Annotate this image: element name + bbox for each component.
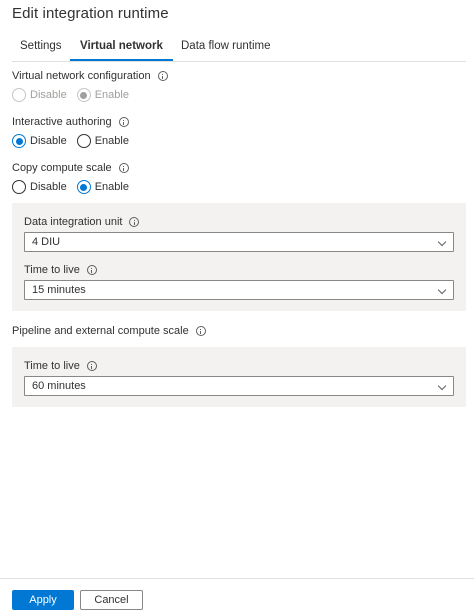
- radio-circle[interactable]: [76, 88, 91, 102]
- authoring-enable-radio[interactable]: Enable: [76, 134, 129, 148]
- copy-compute-scale-heading: Copy compute scale: [12, 162, 129, 174]
- diu-field-heading: Data integration unit: [24, 216, 140, 228]
- copy-scale-disable-radio[interactable]: Disable: [12, 180, 67, 194]
- interactive-authoring-label: Interactive authoring: [12, 116, 112, 128]
- info-icon[interactable]: [118, 163, 129, 173]
- info-icon[interactable]: [86, 361, 97, 371]
- chevron-down-icon: [437, 285, 447, 295]
- copy-ttl-value: 15 minutes: [32, 284, 86, 296]
- vnet-config-heading: Virtual network configuration: [12, 70, 168, 82]
- interactive-authoring-heading: Interactive authoring: [12, 116, 129, 128]
- vnet-config-label: Virtual network configuration: [12, 70, 151, 82]
- pipeline-scale-panel: Time to live 60 minutes: [12, 347, 466, 407]
- vnet-config-radio-group: Disable Enable: [12, 88, 139, 102]
- radio-circle[interactable]: [76, 134, 91, 148]
- pipeline-ttl-label: Time to live: [24, 360, 80, 372]
- radio-label: Disable: [30, 135, 67, 147]
- vnet-enable-radio[interactable]: Enable: [76, 88, 129, 102]
- tab-virtual-network[interactable]: Virtual network: [80, 40, 163, 61]
- cancel-button[interactable]: Cancel: [80, 590, 143, 610]
- info-icon[interactable]: [86, 265, 97, 275]
- radio-circle[interactable]: [12, 88, 26, 102]
- footer-bar: Apply Cancel: [0, 578, 474, 612]
- vnet-disable-radio[interactable]: Disable: [12, 88, 67, 102]
- pipeline-ttl-value: 60 minutes: [32, 380, 86, 392]
- info-icon[interactable]: [118, 117, 129, 127]
- pipeline-ttl-field-heading: Time to live: [24, 360, 97, 372]
- ttl-field-heading: Time to live: [24, 264, 97, 276]
- info-icon[interactable]: [195, 326, 206, 336]
- pipeline-ttl-dropdown[interactable]: 60 minutes: [24, 376, 454, 396]
- copy-compute-scale-label: Copy compute scale: [12, 162, 112, 174]
- radio-circle[interactable]: [12, 134, 26, 148]
- info-icon[interactable]: [129, 217, 140, 227]
- tab-bar: Settings Virtual network Data flow runti…: [12, 40, 466, 62]
- ttl-label: Time to live: [24, 264, 80, 276]
- diu-value: 4 DIU: [32, 236, 61, 248]
- radio-label: Enable: [94, 89, 129, 101]
- radio-label: Disable: [30, 89, 67, 101]
- copy-ttl-dropdown[interactable]: 15 minutes: [24, 280, 454, 300]
- copy-compute-scale-panel: Data integration unit 4 DIU Time to live…: [12, 203, 466, 311]
- info-icon[interactable]: [157, 71, 168, 81]
- chevron-down-icon: [437, 381, 447, 391]
- radio-circle[interactable]: [12, 180, 26, 194]
- interactive-authoring-radio-group: Disable Enable: [12, 134, 139, 148]
- diu-dropdown[interactable]: 4 DIU: [24, 232, 454, 252]
- radio-label: Enable: [94, 135, 129, 147]
- pipeline-scale-label: Pipeline and external compute scale: [12, 325, 189, 337]
- active-tab-indicator: [70, 59, 173, 61]
- radio-label: Disable: [30, 181, 67, 193]
- tab-settings[interactable]: Settings: [20, 40, 62, 61]
- authoring-disable-radio[interactable]: Disable: [12, 134, 67, 148]
- pipeline-scale-heading: Pipeline and external compute scale: [12, 325, 206, 337]
- tab-data-flow-runtime[interactable]: Data flow runtime: [181, 40, 270, 61]
- diu-label: Data integration unit: [24, 216, 123, 228]
- page-title: Edit integration runtime: [12, 5, 169, 22]
- radio-circle[interactable]: [76, 180, 91, 194]
- radio-label: Enable: [94, 181, 129, 193]
- copy-compute-scale-radio-group: Disable Enable: [12, 180, 139, 194]
- apply-button[interactable]: Apply: [12, 590, 74, 610]
- copy-scale-enable-radio[interactable]: Enable: [76, 180, 129, 194]
- chevron-down-icon: [437, 237, 447, 247]
